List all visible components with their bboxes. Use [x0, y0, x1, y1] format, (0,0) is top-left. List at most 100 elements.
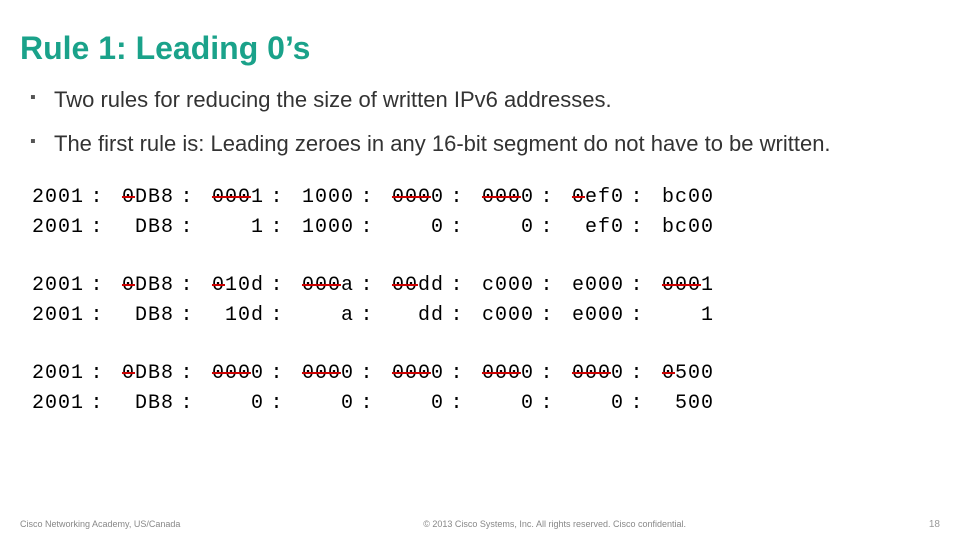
- address-row-original: 2001:0DB8:0001:1000:0000:0000:0ef0:bc00: [20, 186, 940, 210]
- colon: :: [264, 216, 290, 240]
- colon: :: [624, 392, 650, 416]
- segment-rest: 10d: [225, 274, 264, 297]
- leading-zero-struck: 000: [392, 362, 431, 385]
- leading-zero-struck: 000: [212, 362, 251, 385]
- colon: :: [624, 186, 650, 210]
- address-row-original: 2001:0DB8:010d:000a:00dd:c000:e000:0001: [20, 274, 940, 298]
- leading-zero-struck: 0: [122, 186, 135, 209]
- segment: 0: [380, 216, 444, 240]
- segment: 00dd: [380, 274, 444, 298]
- segment-rest: 2001: [32, 186, 84, 209]
- segment: DB8: [110, 392, 174, 416]
- colon: :: [444, 186, 470, 210]
- leading-zero-struck: 0: [662, 362, 675, 385]
- colon: :: [534, 392, 560, 416]
- segment: 0: [200, 392, 264, 416]
- slide: Rule 1: Leading 0’s Two rules for reduci…: [0, 0, 960, 540]
- segment: bc00: [650, 216, 714, 240]
- segment: e000: [560, 304, 624, 328]
- segment-rest: 2001: [32, 362, 84, 385]
- segment: ef0: [560, 216, 624, 240]
- segment: c000: [470, 304, 534, 328]
- colon: :: [84, 362, 110, 386]
- segment-rest: 0: [521, 362, 534, 385]
- colon: :: [84, 304, 110, 328]
- colon: :: [264, 274, 290, 298]
- segment-rest: DB8: [135, 274, 174, 297]
- address-row-original: 2001:0DB8:0000:0000:0000:0000:0000:0500: [20, 362, 940, 386]
- segment-rest: 500: [675, 362, 714, 385]
- colon: :: [534, 362, 560, 386]
- segment: 2001: [20, 274, 84, 298]
- segment: 1000: [290, 186, 354, 210]
- segment-rest: e000: [572, 274, 624, 297]
- segment: 0DB8: [110, 274, 174, 298]
- colon: :: [174, 186, 200, 210]
- segment: DB8: [110, 216, 174, 240]
- segment-rest: dd: [418, 274, 444, 297]
- colon: :: [444, 274, 470, 298]
- segment: 0000: [560, 362, 624, 386]
- colon: :: [264, 362, 290, 386]
- segment: 0: [470, 216, 534, 240]
- leading-zero-struck: 000: [482, 186, 521, 209]
- segment-rest: 0: [431, 362, 444, 385]
- colon: :: [354, 304, 380, 328]
- colon: :: [444, 362, 470, 386]
- colon: :: [84, 186, 110, 210]
- colon: :: [444, 216, 470, 240]
- segment: a: [290, 304, 354, 328]
- segment: 2001: [20, 392, 84, 416]
- segment: 000a: [290, 274, 354, 298]
- segment-rest: 0: [251, 362, 264, 385]
- leading-zero-struck: 0: [212, 274, 225, 297]
- colon: :: [534, 274, 560, 298]
- segment: 1: [650, 304, 714, 328]
- segment-rest: 1000: [302, 186, 354, 209]
- bullet-item: Two rules for reducing the size of writt…: [26, 85, 940, 115]
- segment: 0001: [200, 186, 264, 210]
- colon: :: [354, 274, 380, 298]
- segment: 0001: [650, 274, 714, 298]
- segment: bc00: [650, 186, 714, 210]
- colon: :: [534, 304, 560, 328]
- address-row-reduced: 2001:DB8:0:0:0:0:0:500: [20, 392, 940, 416]
- leading-zero-struck: 000: [212, 186, 251, 209]
- segment: 0ef0: [560, 186, 624, 210]
- segment: 0000: [380, 362, 444, 386]
- segment: 0: [290, 392, 354, 416]
- segment-rest: 0: [341, 362, 354, 385]
- bullet-list: Two rules for reducing the size of writt…: [26, 85, 940, 158]
- address-row-reduced: 2001:DB8:1:1000:0:0:ef0:bc00: [20, 216, 940, 240]
- segment-rest: a: [341, 274, 354, 297]
- segment: 0000: [380, 186, 444, 210]
- segment-rest: DB8: [135, 362, 174, 385]
- colon: :: [174, 274, 200, 298]
- leading-zero-struck: 0: [122, 274, 135, 297]
- leading-zero-struck: 000: [572, 362, 611, 385]
- colon: :: [354, 392, 380, 416]
- colon: :: [174, 304, 200, 328]
- bullet-item: The first rule is: Leading zeroes in any…: [26, 129, 940, 159]
- leading-zero-struck: 000: [482, 362, 521, 385]
- colon: :: [264, 186, 290, 210]
- segment-rest: 1: [251, 186, 264, 209]
- segment-rest: bc00: [662, 186, 714, 209]
- colon: :: [174, 392, 200, 416]
- segment: 0: [560, 392, 624, 416]
- segment: 1: [200, 216, 264, 240]
- segment: 0500: [650, 362, 714, 386]
- segment: 2001: [20, 362, 84, 386]
- colon: :: [534, 216, 560, 240]
- colon: :: [174, 362, 200, 386]
- segment: 10d: [200, 304, 264, 328]
- segment: 0DB8: [110, 186, 174, 210]
- segment: 500: [650, 392, 714, 416]
- colon: :: [354, 186, 380, 210]
- colon: :: [84, 392, 110, 416]
- address-row-reduced: 2001:DB8:10d:a:dd:c000:e000:1: [20, 304, 940, 328]
- colon: :: [624, 274, 650, 298]
- colon: :: [624, 304, 650, 328]
- segment: dd: [380, 304, 444, 328]
- leading-zero-struck: 000: [662, 274, 701, 297]
